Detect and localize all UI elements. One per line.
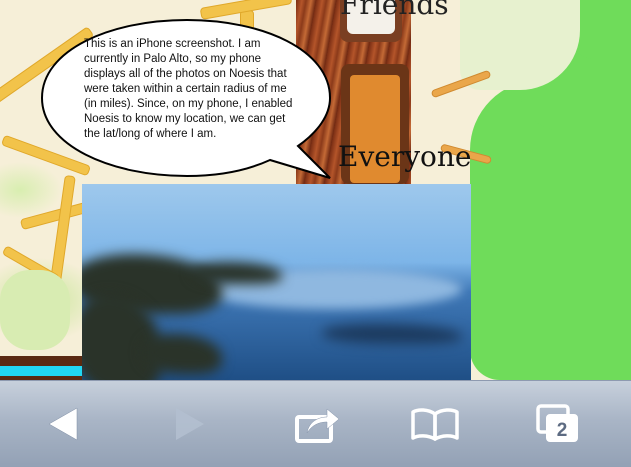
bookmarks-button[interactable]: [400, 381, 470, 467]
tab-friends-label[interactable]: Friends: [340, 0, 449, 21]
forward-button[interactable]: [155, 381, 225, 467]
browser-toolbar: 2: [0, 380, 631, 467]
share-icon: [295, 408, 340, 443]
back-arrow-icon: [48, 407, 78, 441]
coastline-photo[interactable]: [82, 184, 471, 380]
bookmarks-icon: [411, 408, 459, 441]
share-button[interactable]: [283, 381, 353, 467]
panel-edge-highlight: [0, 366, 82, 376]
map-park: [0, 270, 70, 350]
photo-rock: [322, 324, 462, 344]
bubble-text: This is an iPhone screenshot. I am curre…: [84, 38, 293, 140]
tab-everyone-label[interactable]: Everyone: [338, 140, 472, 173]
back-button[interactable]: [30, 381, 100, 467]
tabs-button[interactable]: 2: [523, 381, 593, 467]
photo-rock: [192, 262, 282, 284]
tabs-count: 2: [557, 420, 568, 441]
tabs-icon: 2: [536, 404, 578, 442]
photo-rock: [142, 334, 222, 374]
forward-arrow-icon: [176, 408, 204, 440]
